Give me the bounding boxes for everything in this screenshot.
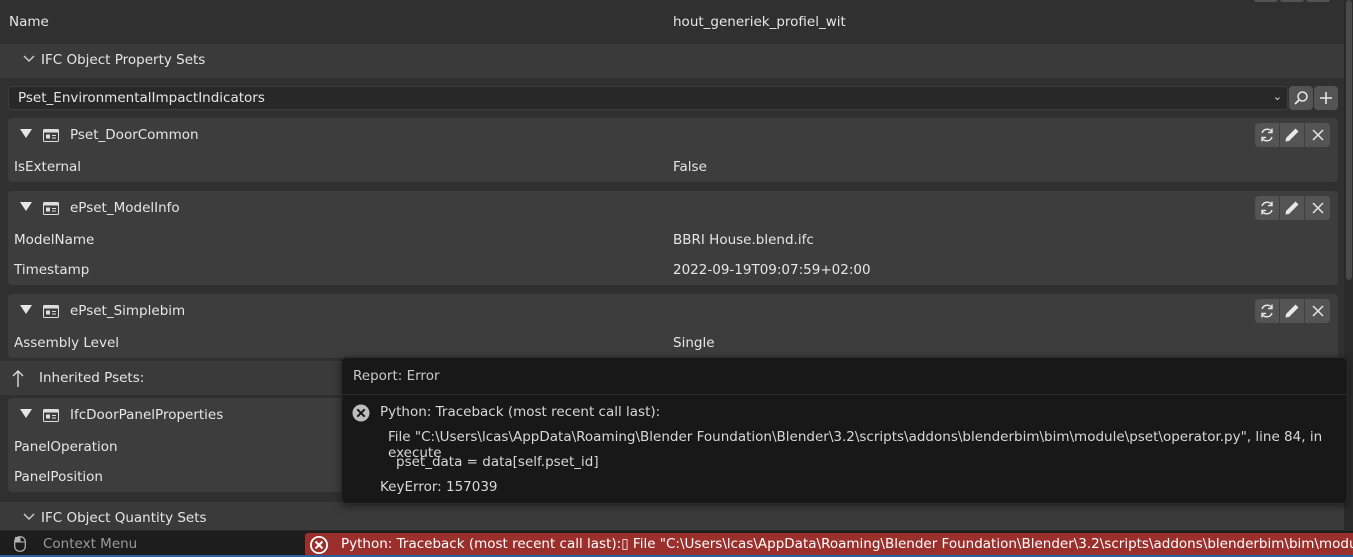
chevron-down-icon: ⌄ (1272, 90, 1282, 103)
pencil-icon (1285, 201, 1299, 215)
inherited-psets-label: Inherited Psets: (39, 370, 145, 386)
report-title: Report: Error (353, 368, 440, 384)
refresh-icon (1261, 201, 1273, 215)
property-key: Assembly Level (14, 335, 119, 351)
pset-panel: Pset_DoorCommon IsExternal False (8, 118, 1338, 182)
property-key: PanelOperation (14, 439, 118, 455)
top-button-2[interactable] (1280, 0, 1304, 2)
pencil-icon (1285, 128, 1299, 142)
close-icon (1311, 305, 1324, 317)
pset-panel-title: ePset_Simplebim (70, 303, 186, 319)
property-key: IsExternal (14, 159, 82, 175)
pset-panel-header[interactable]: Pset_DoorCommon (8, 118, 1338, 152)
add-pset-button[interactable] (1314, 86, 1338, 110)
close-icon (1311, 202, 1324, 214)
pset-panel-header[interactable]: ePset_Simplebim (8, 294, 1338, 328)
property-row: Timestamp 2022-09-19T09:07:59+02:00 (8, 255, 1338, 285)
triangle-down-icon (20, 305, 32, 314)
property-value: False (673, 159, 707, 175)
pset-panel-actions (1255, 123, 1330, 147)
traceback-line: Python: Traceback (most recent call last… (380, 404, 661, 420)
remove-button[interactable] (1305, 123, 1330, 147)
triangle-down-icon (20, 202, 32, 211)
search-icon (1294, 91, 1308, 105)
error-icon (352, 404, 370, 422)
edit-button[interactable] (1280, 196, 1305, 220)
name-label: Name (9, 14, 49, 30)
property-value: Single (673, 335, 715, 351)
refresh-button[interactable] (1255, 123, 1280, 147)
pset-panel-title: Pset_DoorCommon (70, 127, 199, 143)
property-set-icon (43, 202, 59, 215)
scrollbar-thumb[interactable] (1346, 0, 1352, 280)
plus-icon (1320, 92, 1332, 104)
traceback-line: pset_data = data[self.pset_id] (396, 454, 599, 470)
qto-section-title: IFC Object Quantity Sets (41, 510, 207, 526)
top-button-1[interactable] (1254, 0, 1278, 2)
traceback-line: KeyError: 157039 (380, 479, 498, 495)
pset-template-dropdown[interactable]: Pset_EnvironmentalImpactIndicators ⌄ (8, 86, 1288, 110)
status-error-text: Python: Traceback (most recent call last… (341, 536, 1353, 552)
triangle-down-icon (20, 409, 32, 418)
mouse-icon (14, 536, 26, 552)
property-row: IsExternal False (8, 152, 1338, 182)
remove-button[interactable] (1305, 299, 1330, 323)
status-error-message[interactable]: Python: Traceback (most recent call last… (305, 533, 1353, 556)
error-report-popup: Report: Error Python: Traceback (most re… (341, 357, 1348, 504)
property-set-icon (43, 305, 59, 318)
pset-panel-title: ePset_ModelInfo (70, 200, 180, 216)
chevron-down-icon (23, 513, 35, 520)
chevron-down-icon (23, 55, 35, 62)
refresh-button[interactable] (1255, 196, 1280, 220)
pset-panel-title: IfcDoorPanelProperties (70, 407, 224, 423)
triangle-down-icon (20, 129, 32, 138)
name-value[interactable]: hout_generiek_profiel_wit (673, 14, 846, 30)
pset-panel-header[interactable]: ePset_ModelInfo (8, 191, 1338, 225)
top-button-group (1254, 0, 1330, 2)
pset-panel: ePset_Simplebim Assembly Level Single (8, 294, 1338, 358)
property-set-icon (43, 409, 59, 422)
top-button-3[interactable] (1306, 0, 1330, 2)
status-bar: Context Menu Python: Traceback (most rec… (0, 530, 1353, 557)
pset-section-title: IFC Object Property Sets (41, 52, 206, 68)
property-row: ModelName BBRI House.blend.ifc (8, 225, 1338, 255)
name-row: Name hout_generiek_profiel_wit (0, 0, 1344, 44)
pset-panel: ePset_ModelInfo ModelName BBRI House.ble… (8, 191, 1338, 285)
remove-button[interactable] (1305, 196, 1330, 220)
property-key: Timestamp (14, 262, 90, 278)
refresh-icon (1261, 128, 1273, 142)
context-menu-hint: Context Menu (43, 536, 138, 552)
property-set-icon (43, 129, 59, 142)
property-value: 2022-09-19T09:07:59+02:00 (673, 262, 871, 278)
search-button[interactable] (1289, 86, 1313, 110)
property-key: ModelName (14, 232, 95, 248)
qto-section-header[interactable]: IFC Object Quantity Sets (0, 502, 1344, 530)
refresh-icon (1261, 304, 1273, 318)
property-value: BBRI House.blend.ifc (673, 232, 814, 248)
arrow-up-icon (12, 370, 24, 387)
close-icon (1311, 129, 1324, 141)
property-row: Assembly Level Single (8, 328, 1338, 358)
error-icon (310, 536, 328, 554)
edit-button[interactable] (1280, 123, 1305, 147)
edit-button[interactable] (1280, 299, 1305, 323)
pencil-icon (1285, 304, 1299, 318)
refresh-button[interactable] (1255, 299, 1280, 323)
pset-template-selected: Pset_EnvironmentalImpactIndicators (18, 90, 265, 106)
pset-panel-actions (1255, 299, 1330, 323)
property-key: PanelPosition (14, 469, 103, 485)
pset-panel-actions (1255, 196, 1330, 220)
report-divider (342, 394, 1347, 395)
pset-section-header[interactable]: IFC Object Property Sets (0, 44, 1344, 78)
